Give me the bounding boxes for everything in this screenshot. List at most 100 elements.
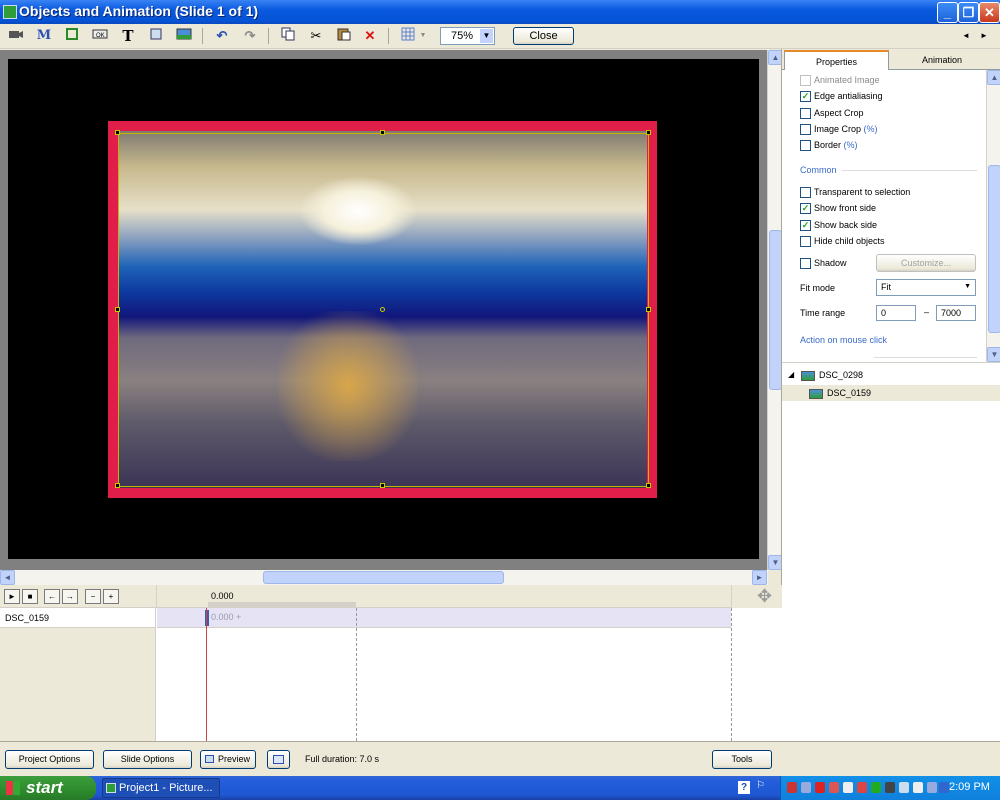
screen-button[interactable]: [267, 750, 290, 769]
copy-icon[interactable]: [278, 27, 298, 45]
stop-button[interactable]: ■: [22, 589, 38, 604]
rectangle-icon[interactable]: [146, 27, 166, 45]
tab-animation[interactable]: Animation: [892, 50, 992, 70]
aspect-crop-checkbox[interactable]: [800, 108, 811, 119]
help-icon[interactable]: ?: [738, 781, 750, 794]
title-bar[interactable]: Objects and Animation (Slide 1 of 1) _ ❐…: [0, 0, 1000, 24]
start-button[interactable]: start: [0, 776, 96, 800]
tools-button[interactable]: Tools: [712, 750, 772, 769]
shadow-checkbox[interactable]: [800, 258, 811, 269]
previous-slide-icon[interactable]: ◄: [960, 27, 972, 45]
properties-scrollbar[interactable]: ▲ ▼: [986, 70, 1000, 362]
fit-mode-select[interactable]: Fit ▼: [876, 279, 976, 296]
close-button[interactable]: Close: [513, 27, 574, 45]
tab-properties[interactable]: Properties: [784, 50, 889, 70]
track-name-dsc-0159[interactable]: DSC_0159: [0, 608, 155, 628]
camera-icon[interactable]: [6, 27, 26, 45]
step-forward-button[interactable]: →: [62, 589, 78, 604]
time-range-from-input[interactable]: 0: [876, 305, 916, 321]
scroll-down-icon[interactable]: ▼: [987, 347, 1000, 362]
tray-icon-5[interactable]: [843, 782, 853, 793]
resize-handle-bottom-right[interactable]: [646, 483, 651, 488]
zoom-in-button[interactable]: +: [103, 589, 119, 604]
project-options-button[interactable]: Project Options: [5, 750, 94, 769]
next-slide-icon[interactable]: ►: [978, 27, 990, 45]
cut-icon[interactable]: ✂: [306, 27, 326, 45]
image-crop-checkbox[interactable]: [800, 124, 811, 135]
m-icon[interactable]: M: [34, 27, 54, 45]
resize-handle-bottom-left[interactable]: [115, 483, 120, 488]
resize-handle-top-right[interactable]: [646, 130, 651, 135]
redo-icon[interactable]: ↷: [240, 27, 260, 45]
time-range-dash: –: [924, 307, 930, 317]
edge-antialiasing-checkbox[interactable]: ✓: [800, 91, 811, 102]
tray-icon-9[interactable]: [899, 782, 909, 793]
paste-icon[interactable]: [334, 27, 354, 45]
frame-icon[interactable]: [62, 27, 82, 45]
show-back-side-checkbox[interactable]: ✓: [800, 220, 811, 231]
animated-image-checkbox[interactable]: [800, 75, 811, 86]
scroll-left-icon[interactable]: ◄: [0, 570, 15, 585]
image-crop-label: Image Crop (%): [814, 124, 878, 134]
undo-icon[interactable]: ↶: [212, 27, 232, 45]
ok-button-icon[interactable]: OK: [90, 27, 110, 45]
center-handle[interactable]: [380, 307, 385, 312]
tray-icon-8[interactable]: [885, 782, 895, 793]
image-icon[interactable]: [174, 27, 194, 45]
zoom-out-button[interactable]: −: [85, 589, 101, 604]
border-checkbox[interactable]: [800, 140, 811, 151]
tray-icon-10[interactable]: [913, 782, 923, 793]
resize-handle-top[interactable]: [380, 130, 385, 135]
show-front-side-checkbox[interactable]: ✓: [800, 203, 811, 214]
resize-handle-left[interactable]: [115, 307, 120, 312]
play-button[interactable]: ►: [4, 589, 20, 604]
customize-button[interactable]: Customize...: [876, 254, 976, 272]
tree-node-dsc-0298[interactable]: DSC_0298: [801, 367, 863, 383]
close-window-button[interactable]: ✕: [979, 2, 1000, 23]
resize-handle-right[interactable]: [646, 307, 651, 312]
tray-icon-1[interactable]: [787, 782, 797, 793]
canvas-vertical-scrollbar[interactable]: ▲ ▼: [767, 50, 783, 570]
grid-icon[interactable]: [398, 27, 418, 45]
minimize-button[interactable]: _: [937, 2, 958, 23]
tray-icon-7[interactable]: [871, 782, 881, 793]
image-crop-percent-link[interactable]: (%): [864, 124, 878, 134]
move-icon[interactable]: ✥: [757, 586, 772, 607]
taskbar-item-project1[interactable]: Project1 - Picture...: [102, 778, 220, 798]
chevron-down-icon[interactable]: ▼: [964, 280, 971, 294]
tray-icon-3[interactable]: [815, 782, 825, 793]
transparent-selection-checkbox[interactable]: [800, 187, 811, 198]
canvas-horizontal-scrollbar[interactable]: ◄ ►: [0, 570, 768, 585]
resize-handle-top-left[interactable]: [115, 130, 120, 135]
timeline-track[interactable]: 0.000 +: [157, 608, 731, 628]
text-icon[interactable]: T: [118, 27, 138, 45]
step-back-button[interactable]: ←: [44, 589, 60, 604]
tree-expand-icon[interactable]: ◢: [788, 367, 794, 383]
scroll-right-icon[interactable]: ►: [752, 570, 767, 585]
tray-icon-11[interactable]: [927, 782, 937, 793]
zoom-select[interactable]: 75% ▼: [440, 27, 495, 45]
border-percent-link[interactable]: (%): [844, 140, 858, 150]
slide-options-button[interactable]: Slide Options: [103, 750, 192, 769]
canvas-hscroll-thumb[interactable]: [263, 571, 504, 584]
hide-child-objects-checkbox[interactable]: [800, 236, 811, 247]
svg-text:OK: OK: [96, 33, 105, 39]
show-front-side-label: Show front side: [814, 203, 877, 213]
playhead-line[interactable]: [206, 608, 207, 741]
properties-scroll-thumb[interactable]: [988, 165, 1000, 333]
animated-image-label: Animated Image: [814, 75, 880, 85]
resize-handle-bottom[interactable]: [380, 483, 385, 488]
time-range-to-input[interactable]: 7000: [936, 305, 976, 321]
maximize-button[interactable]: ❐: [958, 2, 979, 23]
tray-icon-12[interactable]: [939, 782, 949, 793]
language-icon[interactable]: ⚐: [756, 780, 768, 794]
preview-button[interactable]: Preview: [200, 750, 256, 769]
scroll-up-icon[interactable]: ▲: [987, 70, 1000, 85]
tray-icon-2[interactable]: [801, 782, 811, 793]
tree-node-dsc-0159[interactable]: DSC_0159: [782, 385, 1000, 401]
chevron-down-icon[interactable]: ▼: [480, 29, 493, 43]
tray-icon-4[interactable]: [829, 782, 839, 793]
delete-icon[interactable]: ✕: [360, 27, 380, 45]
grid-dropdown-icon[interactable]: ▼: [417, 27, 429, 45]
tray-icon-6[interactable]: [857, 782, 867, 793]
